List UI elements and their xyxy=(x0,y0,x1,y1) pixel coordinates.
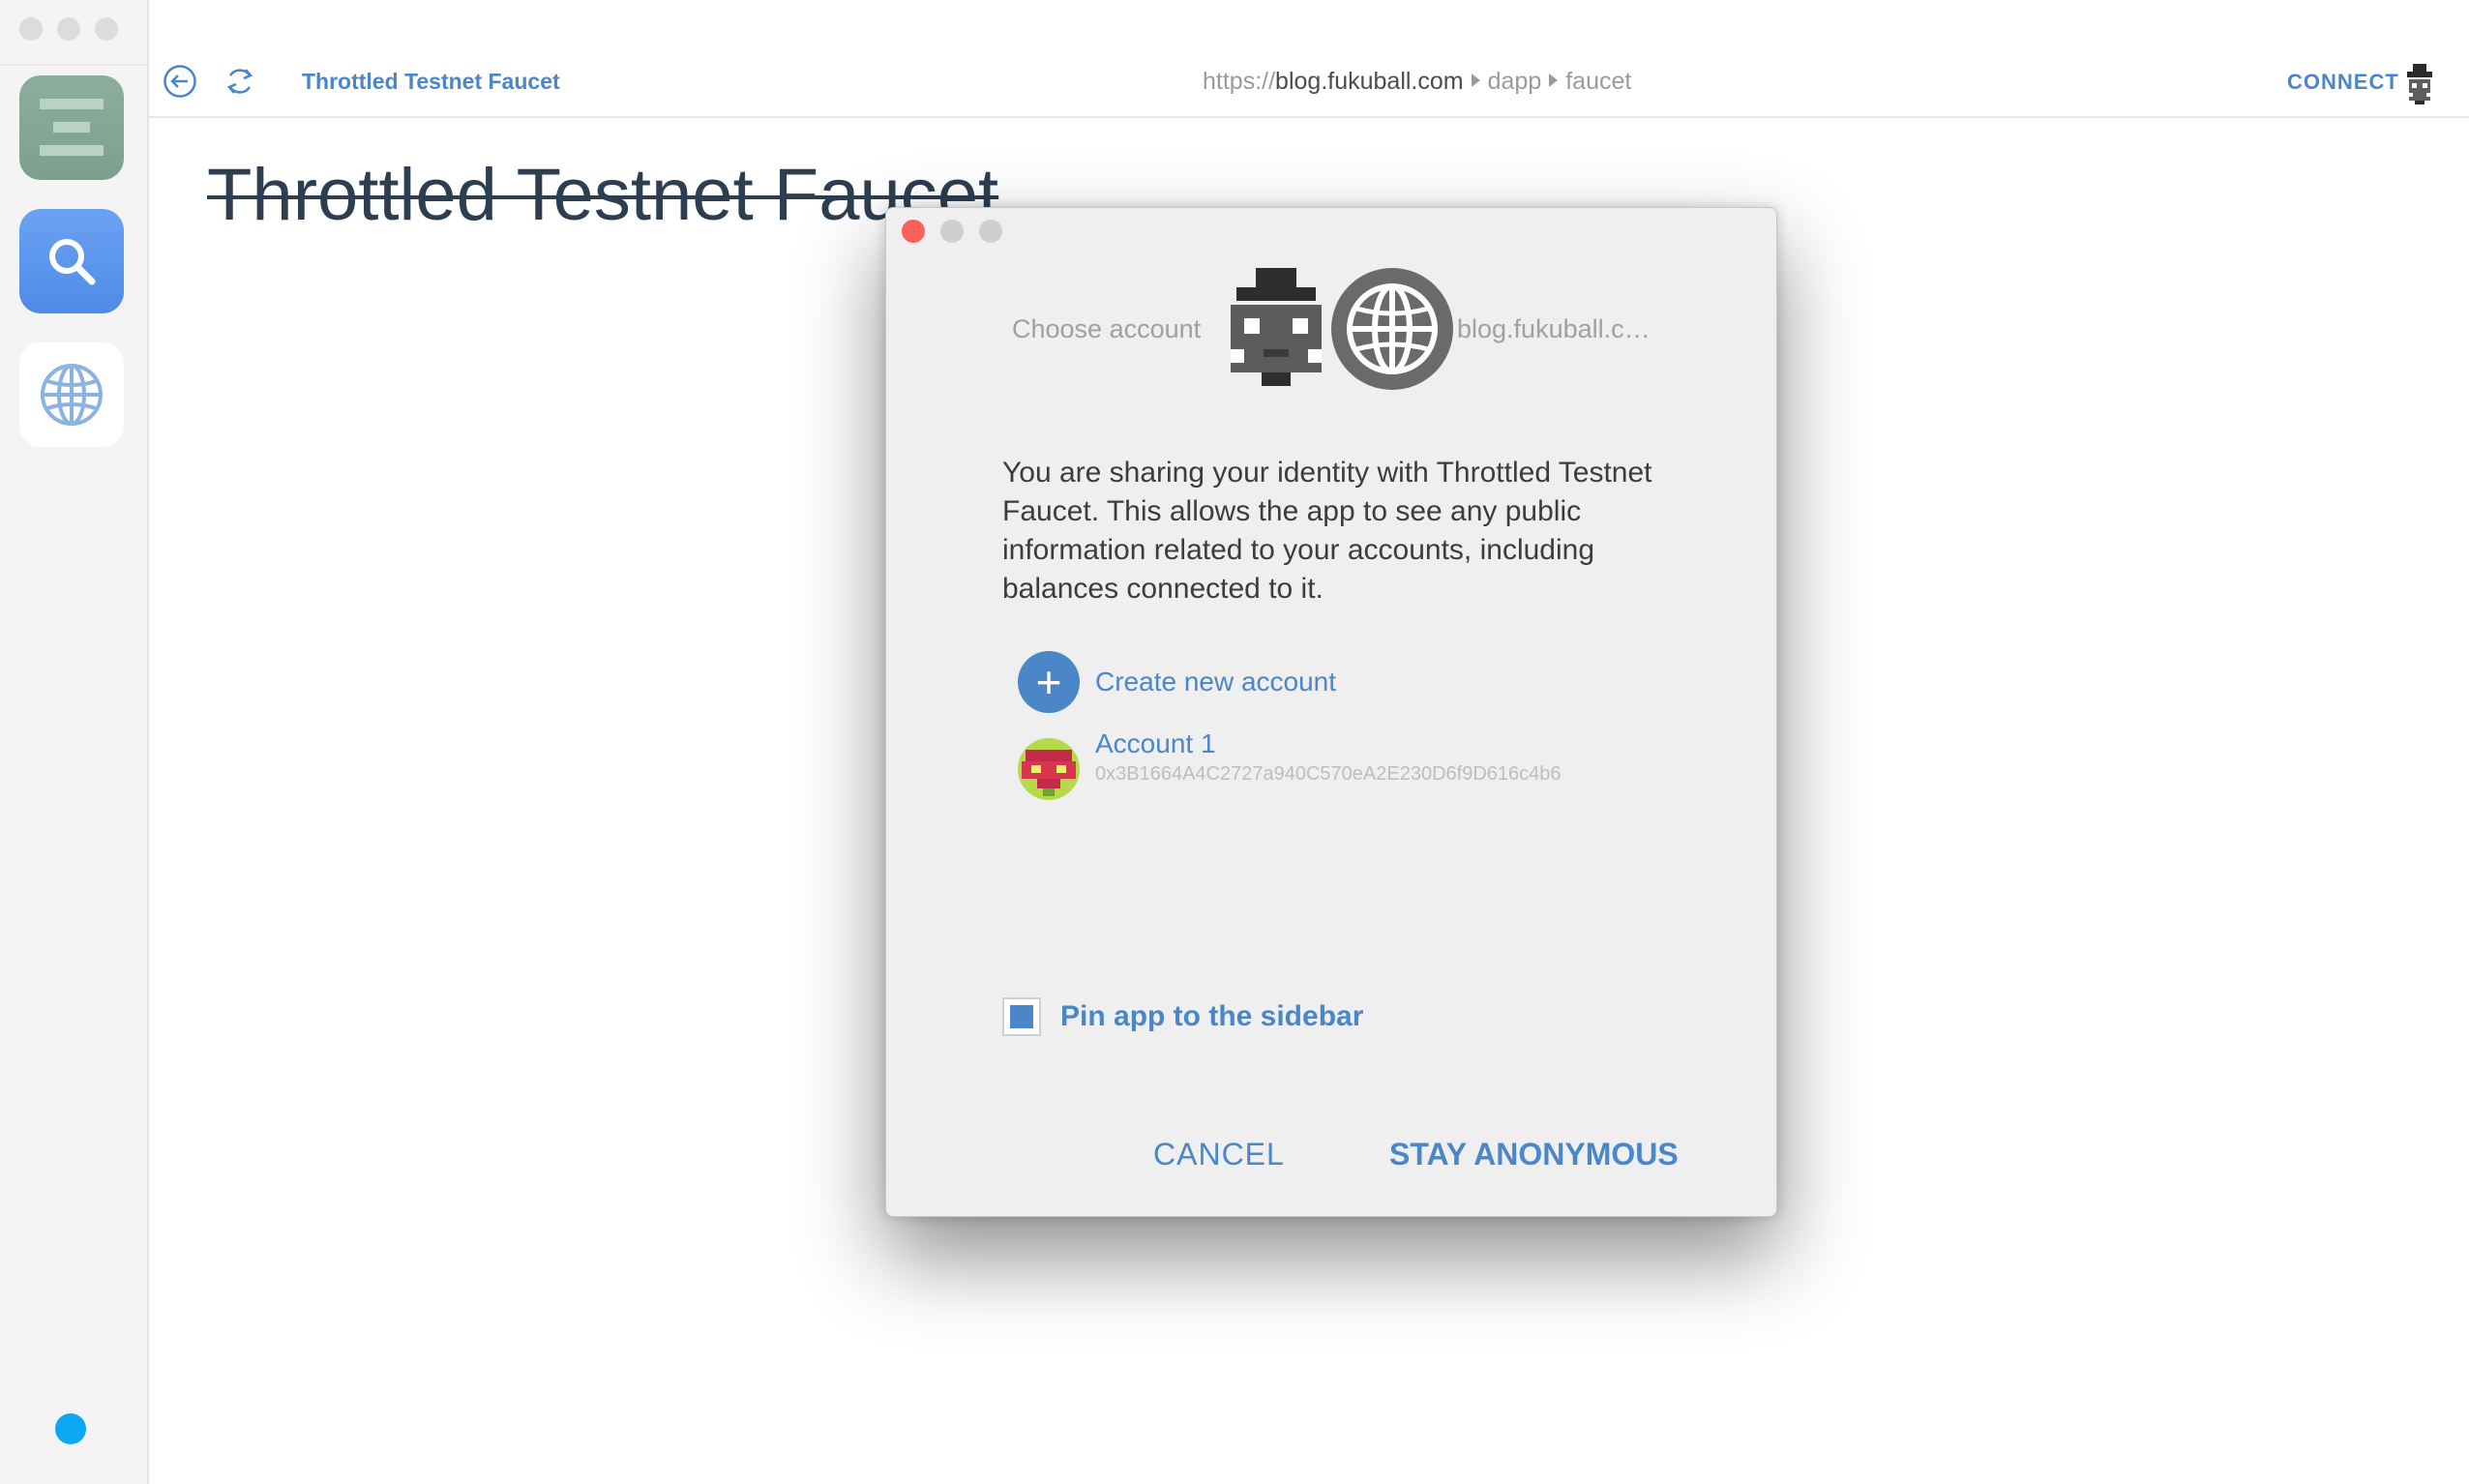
window-minimize-button[interactable] xyxy=(57,17,80,41)
back-arrow-icon[interactable] xyxy=(163,64,197,99)
sidebar-item-browser[interactable] xyxy=(19,342,124,447)
pin-app-option[interactable]: Pin app to the sidebar xyxy=(1002,997,1363,1036)
node-status-indicator xyxy=(55,1413,86,1444)
dialog-minimize-button[interactable] xyxy=(940,220,964,243)
window-zoom-button[interactable] xyxy=(95,17,118,41)
tab-title: Throttled Testnet Faucet xyxy=(302,69,560,94)
choose-account-label: Choose account xyxy=(1012,314,1202,343)
create-account-label: Create new account xyxy=(1095,667,1337,697)
checkbox-checked-mark xyxy=(1010,1005,1033,1028)
pin-app-label: Pin app to the sidebar xyxy=(1060,1000,1364,1032)
mist-wallet-icon xyxy=(40,99,104,156)
sidebar-item-wallet[interactable] xyxy=(19,75,124,180)
anonymous-identity-icon[interactable] xyxy=(1227,268,1325,394)
reload-icon[interactable] xyxy=(223,64,257,99)
plus-icon: + xyxy=(1018,651,1080,713)
search-icon xyxy=(49,239,96,285)
url-path-segment[interactable]: faucet xyxy=(1565,68,1631,95)
connect-account-dialog: Choose account blog.fukuball.c… You are … xyxy=(885,207,1777,1217)
connect-button[interactable]: CONNECT xyxy=(2287,70,2399,95)
sidebar-item-search[interactable] xyxy=(19,209,124,313)
url-path-segment[interactable]: dapp xyxy=(1488,68,1542,95)
dialog-window-controls xyxy=(902,220,1002,243)
pin-app-checkbox[interactable] xyxy=(1002,997,1041,1036)
breadcrumb-caret-icon xyxy=(1471,74,1480,87)
dialog-zoom-button[interactable] xyxy=(979,220,1002,243)
page-title: Throttled Testnet Faucet xyxy=(207,154,999,236)
url-host: blog.fukuball.com xyxy=(1275,68,1464,95)
account-name: Account 1 xyxy=(1095,728,1216,758)
sidebar xyxy=(0,0,149,1484)
window-close-button[interactable] xyxy=(19,17,43,41)
url-scheme: https:// xyxy=(1203,68,1276,95)
window-controls xyxy=(19,17,118,41)
stay-anonymous-button[interactable]: STAY ANONYMOUS xyxy=(1389,1137,1679,1172)
cancel-button[interactable]: CANCEL xyxy=(1153,1137,1285,1172)
account-address: 0x3B1664A4C2727a940C570eA2E230D6f9D616c4… xyxy=(1095,763,1562,785)
breadcrumb-caret-icon xyxy=(1549,74,1559,87)
url-bar[interactable]: https://blog.fukuball.com dapp faucet xyxy=(1203,68,1631,96)
dapp-host-label: blog.fukuball.c… xyxy=(1457,314,1651,343)
sidebar-divider xyxy=(0,64,147,66)
anonymous-identity-icon[interactable] xyxy=(2403,64,2436,104)
globe-icon xyxy=(41,364,103,426)
globe-icon xyxy=(1331,268,1453,390)
identity-sharing-description: You are sharing your identity with Throt… xyxy=(1002,457,1652,605)
account-avatar xyxy=(1018,738,1080,800)
account-identicon-icon xyxy=(1018,738,1080,800)
browser-toolbar: Throttled Testnet Faucet https://blog.fu… xyxy=(149,0,2469,118)
dialog-close-button[interactable] xyxy=(902,220,925,243)
create-account-option[interactable]: + Create new account xyxy=(1018,651,1336,713)
